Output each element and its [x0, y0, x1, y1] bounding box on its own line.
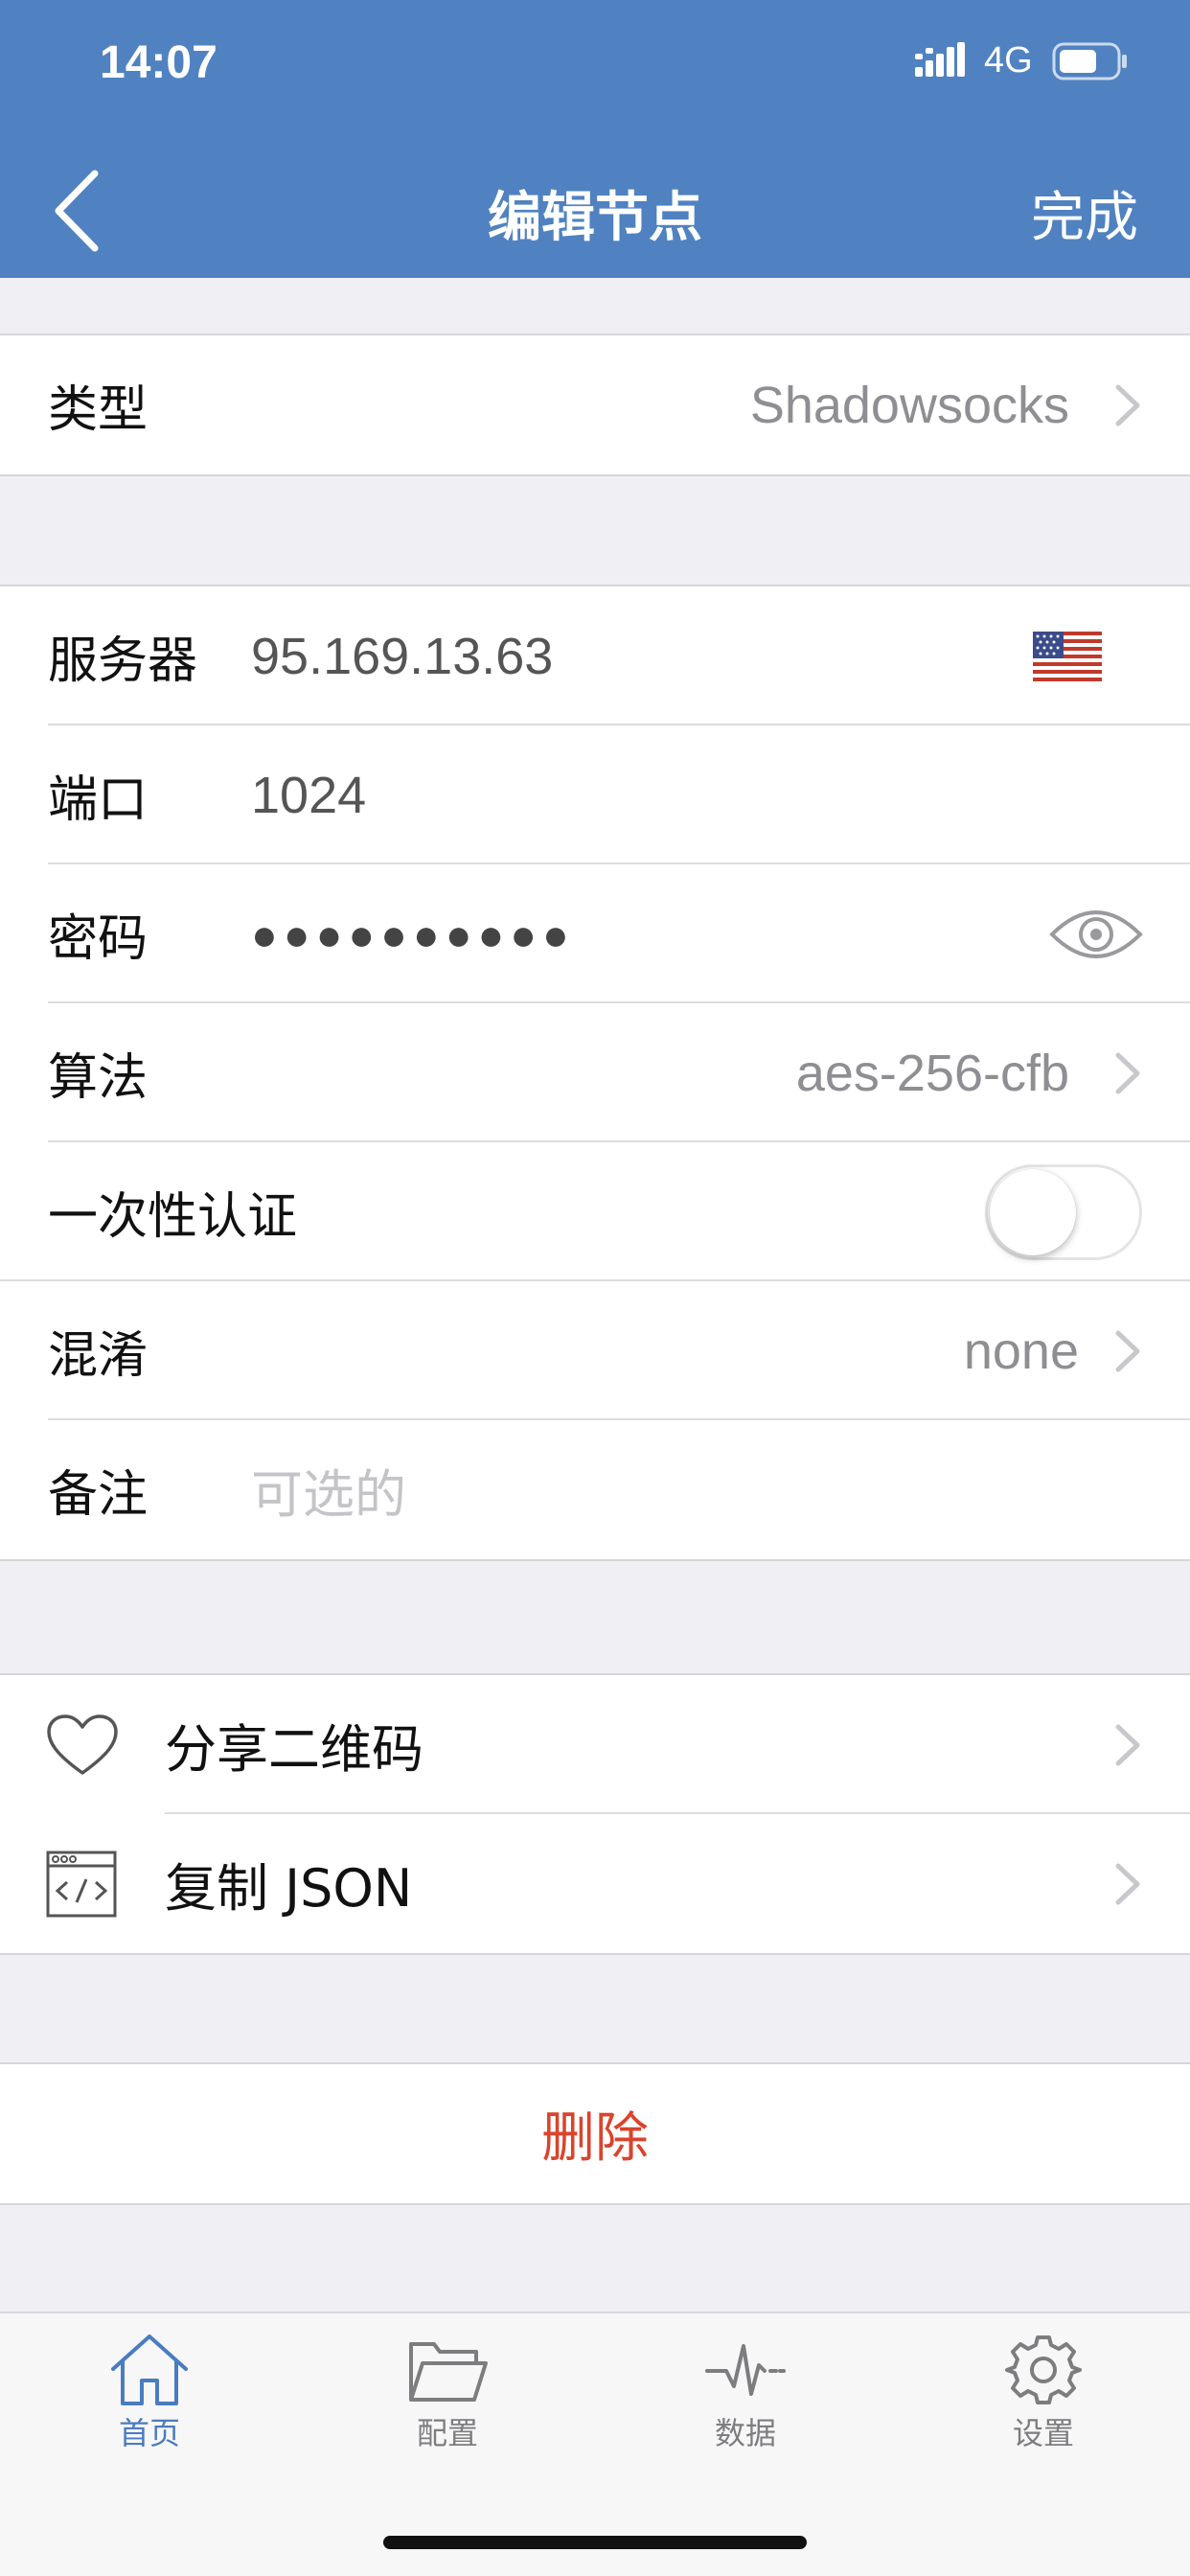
chevron-right-icon [1115, 1330, 1140, 1371]
done-button[interactable]: 完成 [1031, 174, 1138, 252]
copy-json-label: 复制 JSON [165, 1858, 413, 1919]
one-time-auth-label: 一次性认证 [48, 1188, 298, 1246]
type-row[interactable]: 类型 Shadowsocks [0, 335, 1190, 474]
one-time-auth-toggle[interactable] [985, 1163, 1142, 1260]
folder-icon [409, 2342, 488, 2402]
delete-section: 删除 [0, 2062, 1190, 2205]
tab-settings[interactable]: 设置 [967, 2333, 1120, 2453]
heart-icon [47, 1714, 118, 1775]
type-label: 类型 [48, 381, 149, 439]
remark-row[interactable]: 备注 可选的 [0, 1420, 1190, 1559]
server-label: 服务器 [48, 632, 198, 690]
password-value[interactable]: ●●●●●●●●●● [251, 908, 575, 960]
password-row[interactable]: 密码 ●●●●●●●●●● [0, 864, 1190, 1003]
tab-data[interactable]: 数据 [669, 2333, 822, 2453]
page-title: 编辑节点 [488, 187, 702, 249]
tab-home-label: 首页 [118, 2415, 180, 2451]
navigation-header: 14:07 4G 编辑节点 完成 [0, 0, 1190, 278]
status-time: 14:07 [100, 37, 217, 88]
home-indicator [383, 2536, 807, 2549]
server-settings-section: 服务器 95.169.13.63 端口 1024 密码 ●●●●●●●●●● 算… [0, 585, 1190, 1561]
obfs-label: 混淆 [48, 1327, 149, 1385]
eye-icon[interactable] [1048, 904, 1144, 965]
tab-home[interactable]: 首页 [73, 2333, 226, 2453]
copy-json-row[interactable]: 复制 JSON [0, 1814, 1190, 1953]
obfs-row[interactable]: 混淆 none [0, 1281, 1190, 1420]
port-label: 端口 [48, 771, 149, 829]
share-qrcode-label: 分享二维码 [165, 1719, 423, 1780]
signal-icon [915, 42, 965, 77]
gear-icon [1005, 2335, 1082, 2404]
server-row[interactable]: 服务器 95.169.13.63 [0, 586, 1190, 725]
chevron-right-icon [1115, 1052, 1140, 1093]
algorithm-value: aes-256-cfb [795, 1044, 1069, 1102]
chevron-right-icon [1115, 384, 1140, 426]
one-time-auth-row: 一次性认证 [0, 1142, 1190, 1281]
toggle-knob [990, 1168, 1076, 1255]
share-qrcode-row[interactable]: 分享二维码 [0, 1675, 1190, 1814]
home-icon [111, 2334, 188, 2405]
port-row[interactable]: 端口 1024 [0, 725, 1190, 864]
delete-button[interactable]: 删除 [0, 2064, 1190, 2203]
chevron-right-icon [1115, 1863, 1140, 1904]
pulse-icon [705, 2344, 786, 2396]
chevron-right-icon [1115, 1724, 1140, 1765]
remark-label: 备注 [48, 1466, 149, 1524]
remark-input[interactable]: 可选的 [251, 1452, 406, 1528]
code-window-icon [46, 1851, 117, 1917]
delete-label: 删除 [541, 2107, 649, 2170]
obfs-value: none [963, 1322, 1079, 1380]
tab-config-label: 配置 [416, 2415, 478, 2451]
port-value[interactable]: 1024 [251, 766, 366, 825]
server-value[interactable]: 95.169.13.63 [251, 627, 553, 686]
actions-section: 分享二维码 复制 JSON [0, 1673, 1190, 1955]
algorithm-row[interactable]: 算法 aes-256-cfb [0, 1003, 1190, 1142]
tab-config[interactable]: 配置 [371, 2333, 524, 2453]
type-value: Shadowsocks [749, 376, 1069, 434]
tab-data-label: 数据 [714, 2415, 776, 2451]
type-section: 类型 Shadowsocks [0, 334, 1190, 476]
us-flag-icon [1033, 631, 1102, 681]
battery-icon [1052, 42, 1127, 80]
password-label: 密码 [48, 910, 149, 968]
algorithm-label: 算法 [48, 1049, 149, 1107]
tab-settings-label: 设置 [1012, 2415, 1074, 2451]
network-type: 4G [984, 40, 1033, 80]
